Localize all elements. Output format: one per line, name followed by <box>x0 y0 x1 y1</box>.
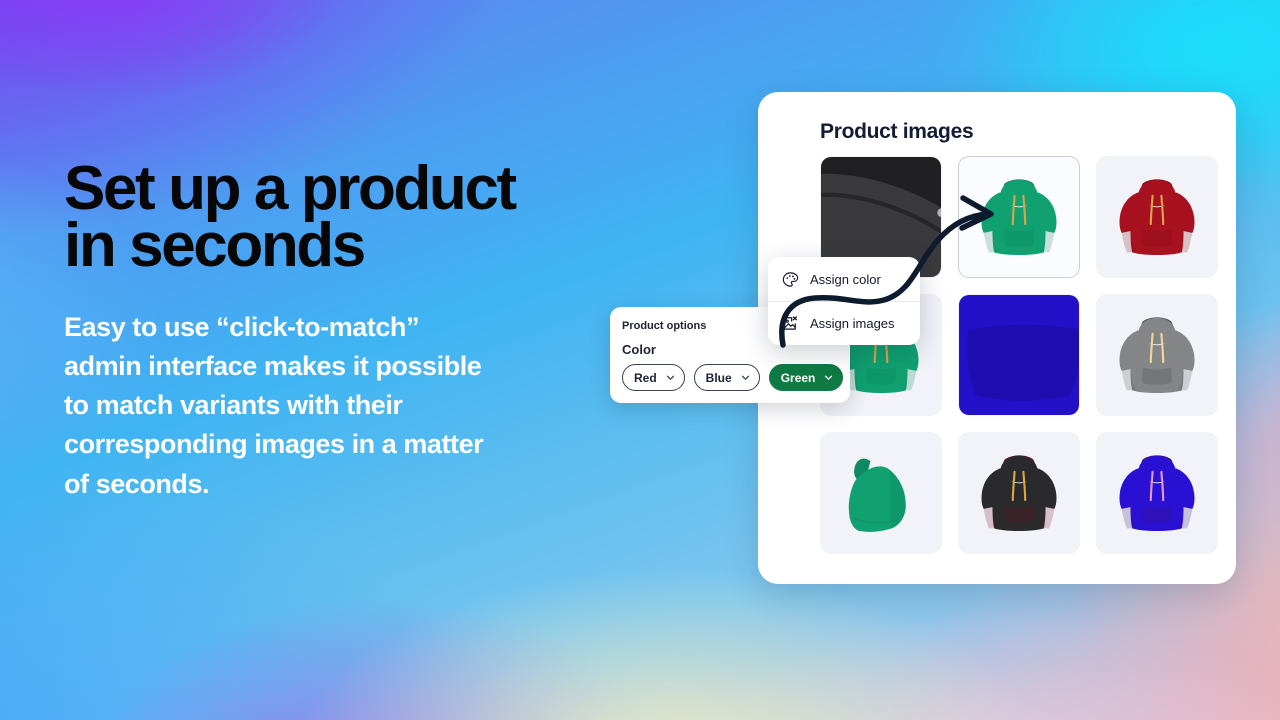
product-image-thumbnail[interactable] <box>820 432 942 554</box>
hoodie-image <box>835 445 927 541</box>
hoodie-image <box>1111 445 1203 541</box>
panel-heading: Product images <box>820 120 974 143</box>
assign-image-icon <box>783 316 798 330</box>
context-menu-item-label: Assign images <box>810 316 895 331</box>
hero-copy: Set up a product in seconds Easy to use … <box>64 154 644 504</box>
hoodie-image <box>1111 307 1203 403</box>
color-dropdown-value: Blue <box>705 370 732 385</box>
product-image-thumbnail[interactable] <box>1096 156 1218 278</box>
color-option-row: Red Blue Green <box>622 364 844 391</box>
product-image-grid <box>820 156 1218 554</box>
color-dropdown[interactable]: Red <box>622 364 685 391</box>
chevron-down-icon <box>741 375 749 380</box>
product-image-thumbnail[interactable] <box>958 294 1080 416</box>
color-dropdown-value: Green <box>780 370 816 385</box>
hoodie-image <box>959 295 1079 415</box>
option-group-label: Color <box>622 342 656 357</box>
product-image-thumbnail[interactable] <box>1096 294 1218 416</box>
hoodie-image <box>973 445 1065 541</box>
hero-description: Easy to use “click-to-match” admin inter… <box>64 312 484 499</box>
palette-icon <box>782 271 799 287</box>
hoodie-image <box>973 169 1065 265</box>
color-dropdown[interactable]: Green <box>768 364 844 391</box>
context-menu-item[interactable]: Assign color <box>768 257 920 301</box>
color-dropdown-value: Red <box>634 370 657 385</box>
product-image-thumbnail[interactable] <box>1096 432 1218 554</box>
hoodie-image <box>1111 169 1203 265</box>
context-menu-item[interactable]: Assign images <box>768 301 920 345</box>
color-dropdown[interactable]: Blue <box>693 364 760 391</box>
page-title: Set up a product in seconds <box>64 154 517 281</box>
chevron-down-icon <box>666 375 674 380</box>
chevron-down-icon <box>825 375 833 380</box>
product-options-heading: Product options <box>622 320 707 332</box>
context-menu-item-label: Assign color <box>810 271 881 287</box>
context-menu: Assign color Assign images <box>768 257 920 345</box>
product-image-thumbnail[interactable] <box>958 432 1080 554</box>
product-image-thumbnail[interactable] <box>958 156 1080 278</box>
